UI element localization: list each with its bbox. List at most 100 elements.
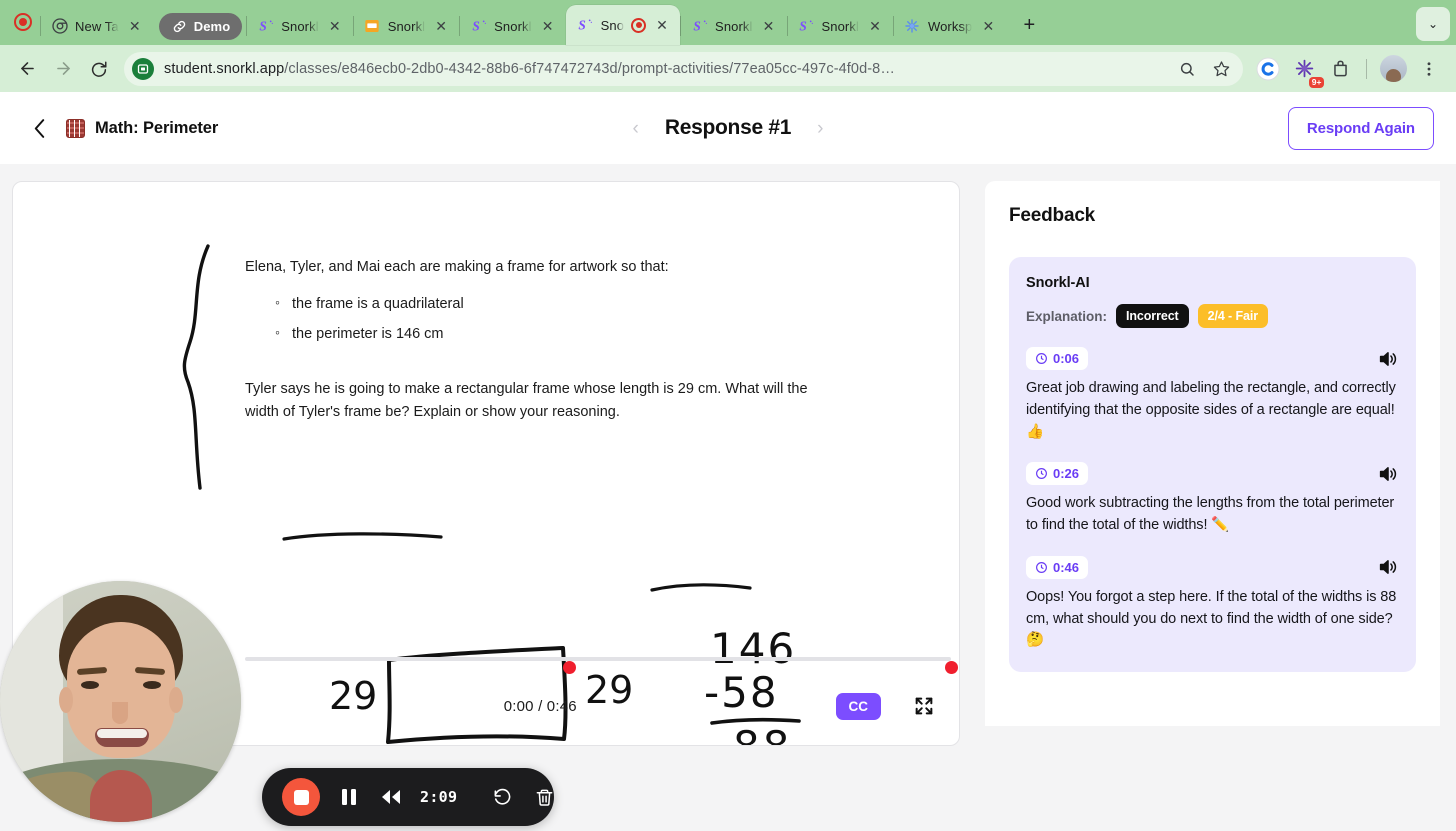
next-response-button[interactable]: › (817, 119, 823, 138)
browser-tab[interactable]: S Sno ✕ (565, 5, 681, 45)
address-bar[interactable]: student.snorkl.app/classes/e846ecb0-2db0… (124, 51, 1243, 86)
feedback-item-text: Good work subtracting the lengths from t… (1026, 495, 1395, 533)
tab-title: Sno (600, 17, 625, 33)
close-tab-button[interactable]: ✕ (539, 17, 557, 35)
tab-separator (680, 16, 682, 36)
site-info-icon[interactable] (132, 57, 154, 80)
feedback-panel: Feedback Snorkl-AI Explanation: Incorrec… (985, 181, 1440, 726)
activity-thumbnail-icon (66, 118, 85, 138)
scrubber-marker[interactable] (563, 660, 577, 674)
svg-text:S: S (578, 18, 585, 33)
toolbar-divider (1366, 58, 1367, 79)
profile-avatar[interactable] (1376, 52, 1410, 86)
trash-icon[interactable] (531, 784, 557, 810)
feedback-card: Snorkl-AI Explanation: Incorrect 2/4 - F… (1009, 257, 1416, 672)
scrubber-track[interactable] (245, 657, 958, 674)
close-tab-button[interactable]: ✕ (432, 17, 450, 35)
url-domain: student.snorkl.app (164, 60, 285, 77)
webcam-bubble[interactable] (0, 581, 241, 822)
extensions-icon[interactable] (1323, 52, 1357, 86)
fullscreen-icon[interactable] (911, 693, 937, 719)
cc-button[interactable]: CC (835, 692, 881, 720)
demo-link-icon (171, 18, 188, 35)
close-tab-button[interactable]: ✕ (653, 16, 671, 34)
browser-tab[interactable]: S Snorkl ✕ (246, 7, 352, 45)
scrubber-marker[interactable] (944, 660, 958, 674)
calc-result-88: 88 (733, 722, 792, 745)
respond-again-button[interactable]: Respond Again (1287, 106, 1434, 150)
timestamp-chip[interactable]: 0:06 (1026, 347, 1089, 370)
list-item: the perimeter is 146 cm (275, 322, 845, 345)
worksheet-question: Tyler says he is going to make a rectang… (245, 380, 808, 420)
close-tab-button[interactable]: ✕ (866, 17, 884, 35)
restart-icon[interactable] (489, 784, 515, 810)
back-to-activities-button[interactable] (22, 111, 56, 145)
search-icon[interactable] (1175, 57, 1199, 81)
time-display: 0:00 / 0:46 (503, 697, 577, 715)
svg-text:S: S (799, 19, 806, 34)
close-tab-button[interactable]: ✕ (979, 17, 997, 35)
browser-tab[interactable]: S Snorkl ✕ (459, 7, 565, 45)
score-badge: 2/4 - Fair (1197, 304, 1269, 328)
timestamp-chip[interactable]: 0:26 (1026, 462, 1089, 486)
feedback-item: 0:26 Good work subtracting the lengths fr… (1026, 462, 1399, 537)
page-body: Elena, Tyler, and Mai each are making a … (0, 164, 1456, 831)
clock-icon (1036, 353, 1047, 364)
tab-search-chevron-icon[interactable]: ⌄ (1416, 7, 1450, 41)
extension-badge-count: 9+ (1309, 76, 1324, 88)
response-navigator: ‹ Response #1 › (633, 116, 824, 140)
feedback-item-text: Oops! You forgot a step here. If the tot… (1026, 588, 1397, 649)
recording-indicator-icon (6, 2, 40, 42)
browser-tab[interactable]: Snorkl ✕ (352, 7, 459, 45)
browser-tab[interactable]: S Snorkl ✕ (680, 7, 786, 45)
extension-circle-icon[interactable] (1251, 52, 1285, 86)
worksheet-text: Elena, Tyler, and Mai each are making a … (245, 257, 845, 423)
verdict-badge: Incorrect (1116, 304, 1189, 328)
orange-doc-icon (364, 18, 381, 35)
browser-menu-button[interactable] (1412, 52, 1446, 86)
snorkl-icon: S (257, 18, 274, 35)
close-tab-button[interactable]: ✕ (760, 17, 778, 35)
recording-dock: 2:09 (262, 768, 554, 826)
timestamp-label: 0:46 (1053, 559, 1080, 575)
feedback-item: 0:46 Oops! You forgot a step here. If the… (1026, 555, 1399, 652)
page-title: Response #1 (664, 116, 792, 139)
url-path: /classes/e846ecb0-2db0-4342-88b6-6f74747… (284, 60, 895, 77)
browser-chrome: New Ta ✕ Demo S Snorkl ✕ Snorkl ✕ S Snorkl ✕ S Sno ✕ S… (0, 0, 1456, 92)
prev-response-button[interactable]: ‹ (633, 119, 639, 138)
play-audio-icon[interactable] (1377, 556, 1399, 578)
stop-recording-button[interactable] (282, 778, 320, 816)
close-tab-button[interactable]: ✕ (126, 17, 144, 35)
browser-tab[interactable]: Demo (158, 13, 243, 40)
reload-button[interactable] (82, 52, 116, 86)
play-audio-icon[interactable] (1377, 348, 1399, 370)
browser-tab[interactable]: S Snorkl ✕ (786, 7, 893, 45)
asterisk-icon (904, 18, 921, 35)
bookmark-star-icon[interactable] (1209, 57, 1233, 81)
tab-title: Worksp (927, 18, 973, 34)
feedback-heading: Feedback (1009, 205, 1096, 226)
new-tab-button[interactable]: + (1014, 10, 1044, 40)
brace-ink (182, 244, 210, 490)
timestamp-chip[interactable]: 0:46 (1026, 555, 1089, 579)
extension-puzzle-star-icon[interactable]: 9+ (1287, 52, 1324, 88)
browser-tab[interactable]: New Ta ✕ (40, 7, 153, 45)
feedback-author: Snorkl-AI (1026, 275, 1090, 291)
tab-separator (459, 16, 461, 36)
browser-toolbar: student.snorkl.app/classes/e846ecb0-2db0… (0, 45, 1456, 92)
play-audio-icon[interactable] (1377, 463, 1399, 485)
worksheet-bullets: the frame is a quadrilateral the perimet… (275, 292, 845, 346)
pause-icon[interactable] (336, 784, 362, 810)
feedback-explanation-row: Explanation: Incorrect 2/4 - Fair (1026, 304, 1399, 328)
tab-strip: New Ta ✕ Demo S Snorkl ✕ Snorkl ✕ S Snorkl ✕ S Sno ✕ S… (0, 0, 1456, 45)
tab-title: Snorkl (494, 18, 532, 34)
rewind-icon[interactable] (378, 784, 404, 810)
forward-button[interactable] (46, 52, 80, 86)
timestamp-label: 0:06 (1053, 351, 1080, 366)
chrome-icon (51, 18, 68, 35)
browser-tab[interactable]: Worksp ✕ (892, 7, 1006, 45)
close-tab-button[interactable]: ✕ (326, 17, 344, 35)
feedback-item-header: 0:06 (1026, 347, 1399, 370)
recording-elapsed-time: 2:09 (420, 788, 458, 806)
back-button[interactable] (10, 52, 44, 86)
